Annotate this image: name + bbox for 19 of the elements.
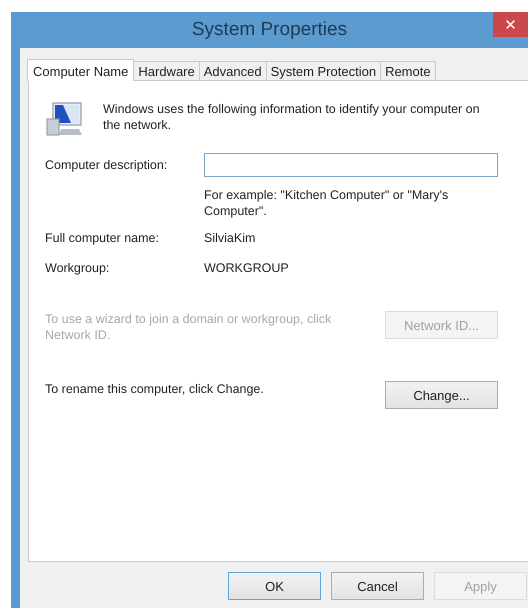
field-label: Computer description: — [45, 158, 168, 172]
tab[interactable]: Remote — [380, 61, 436, 80]
field-label: Workgroup: — [45, 261, 110, 275]
field-label: Full computer name: — [45, 231, 160, 245]
tab[interactable]: Computer Name — [27, 59, 134, 81]
field-value: WORKGROUP — [204, 261, 289, 275]
computer-icon — [45, 101, 85, 137]
description-field[interactable] — [204, 153, 498, 177]
dialog-button[interactable]: Cancel — [331, 572, 424, 600]
tab[interactable]: System Protection — [266, 61, 382, 80]
window-title: System Properties — [192, 19, 348, 41]
field-value: SilviaKim — [204, 231, 256, 245]
instruction-text: To use a wizard to join a domain or workgroup, click Network ID. — [45, 311, 332, 343]
change-button[interactable]: Change... — [385, 381, 498, 409]
close-button[interactable]: ✕ — [493, 12, 528, 37]
instruction-text: To rename this computer, click Change. — [45, 381, 265, 397]
dialog-button[interactable]: OK — [228, 572, 321, 600]
intro-text: Windows uses the following information to identify your computer on the network. — [103, 101, 481, 134]
hint-text: For example: "Kitchen Computer" or "Mary's Computer". — [204, 187, 450, 219]
